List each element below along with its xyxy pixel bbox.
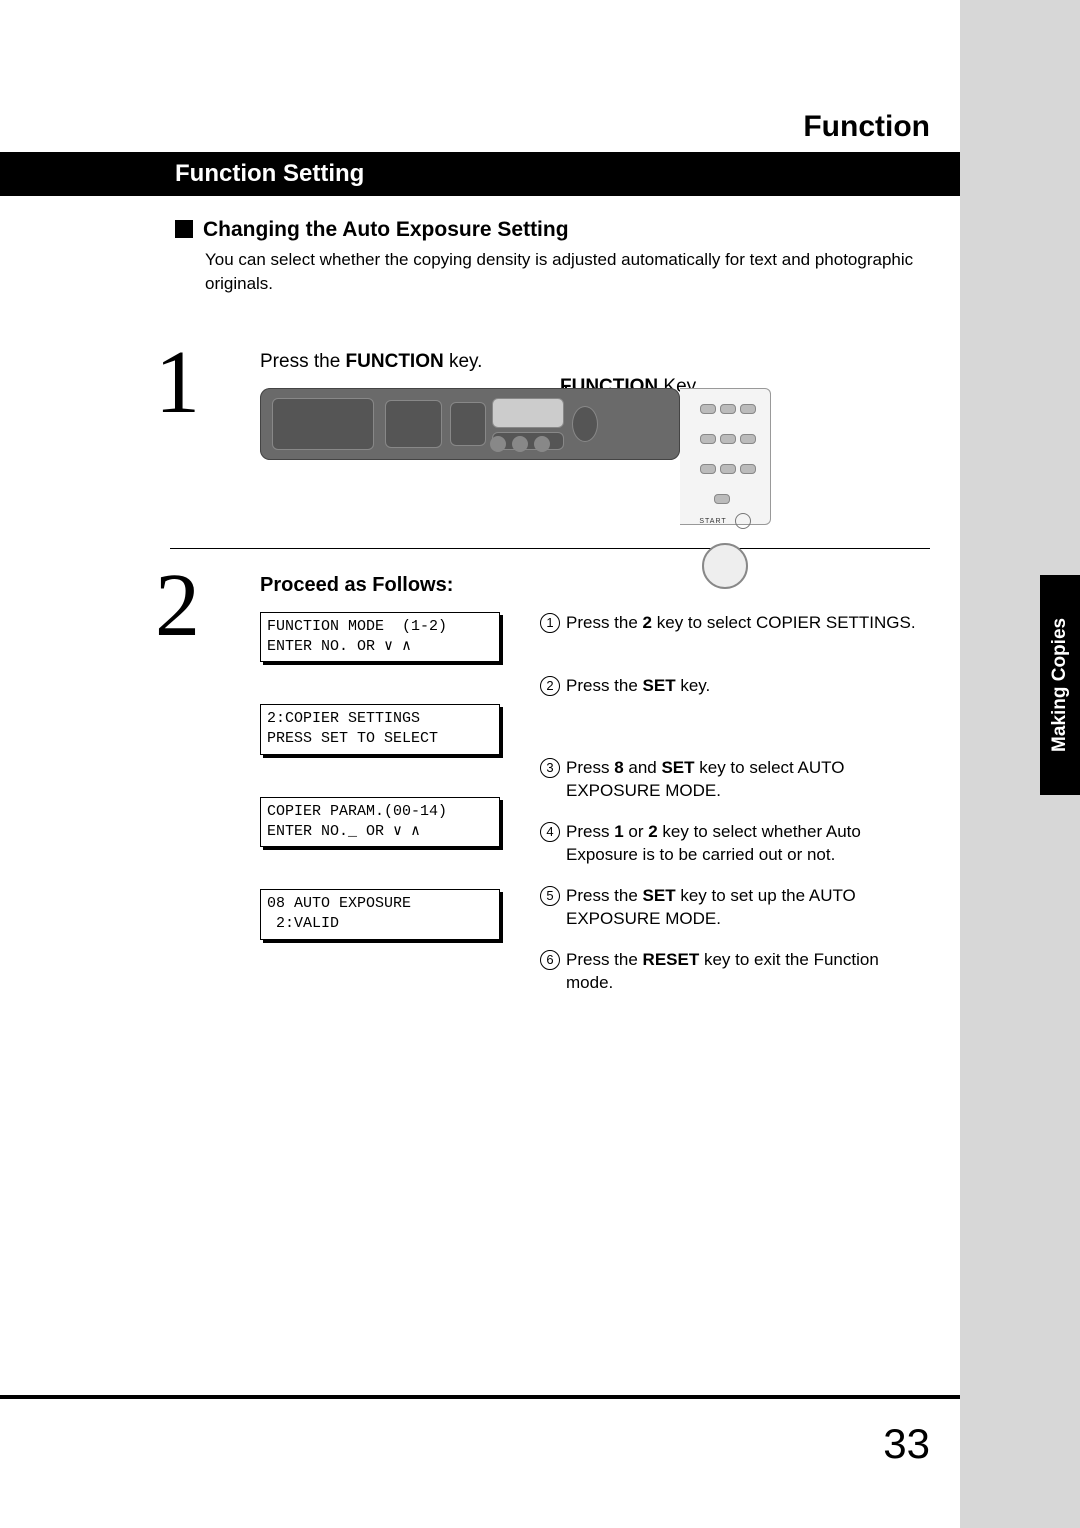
instruction-column: 1 Press the 2 key to select COPIER SETTI… bbox=[540, 612, 930, 995]
lcd-display-4: 08 AUTO EXPOSURE 2:VALID bbox=[260, 889, 500, 940]
circled-5-icon: 5 bbox=[540, 886, 560, 906]
circled-2-icon: 2 bbox=[540, 676, 560, 696]
step-number-1: 1 bbox=[155, 331, 200, 434]
stop-icon bbox=[735, 513, 751, 529]
instruction-6: 6 Press the RESET key to exit the Functi… bbox=[540, 949, 930, 995]
section-tab: Making Copies bbox=[1040, 575, 1080, 795]
lcd-display-1: FUNCTION MODE (1-2) ENTER NO. OR ∨ ∧ bbox=[260, 612, 500, 663]
control-panel-illustration: START bbox=[260, 388, 770, 523]
lcd-column: FUNCTION MODE (1-2) ENTER NO. OR ∨ ∧ 2:C… bbox=[260, 612, 500, 982]
circled-6-icon: 6 bbox=[540, 950, 560, 970]
instruction-2: 2 Press the SET key. bbox=[540, 675, 930, 698]
step2-heading: Proceed as Follows: bbox=[260, 574, 930, 597]
square-bullet-icon bbox=[175, 220, 193, 238]
instruction-4: 4 Press 1 or 2 key to select whether Aut… bbox=[540, 821, 930, 867]
instruction-3: 3 Press 8 and SET key to select AUTO EXP… bbox=[540, 757, 930, 803]
panel-keypad: START bbox=[680, 388, 771, 525]
circled-4-icon: 4 bbox=[540, 822, 560, 842]
bottom-rule bbox=[0, 1395, 960, 1399]
step-number-2: 2 bbox=[155, 554, 200, 657]
circled-3-icon: 3 bbox=[540, 758, 560, 778]
instruction-5: 5 Press the SET key to set up the AUTO E… bbox=[540, 885, 930, 931]
instruction-1: 1 Press the 2 key to select COPIER SETTI… bbox=[540, 612, 930, 635]
step1-pre: Press the bbox=[260, 351, 346, 372]
intro-text: You can select whether the copying densi… bbox=[205, 248, 930, 296]
page-title: Function bbox=[0, 110, 930, 144]
section-bar: Function Setting bbox=[0, 152, 960, 196]
step1-post: key. bbox=[444, 351, 483, 372]
lcd-display-2: 2:COPIER SETTINGS PRESS SET TO SELECT bbox=[260, 704, 500, 755]
start-label: START bbox=[699, 517, 726, 524]
subsection-heading-text: Changing the Auto Exposure Setting bbox=[203, 218, 569, 241]
right-gutter: Making Copies bbox=[960, 0, 1080, 1528]
panel-main bbox=[260, 388, 680, 460]
step1-instruction: Press the FUNCTION key. bbox=[260, 351, 930, 373]
step1-bold: FUNCTION bbox=[346, 351, 444, 372]
subsection-heading: Changing the Auto Exposure Setting bbox=[175, 218, 930, 242]
lcd-display-3: COPIER PARAM.(00-14) ENTER NO._ OR ∨ ∧ bbox=[260, 797, 500, 848]
divider bbox=[170, 548, 930, 549]
page-number: 33 bbox=[883, 1420, 930, 1468]
circled-1-icon: 1 bbox=[540, 613, 560, 633]
